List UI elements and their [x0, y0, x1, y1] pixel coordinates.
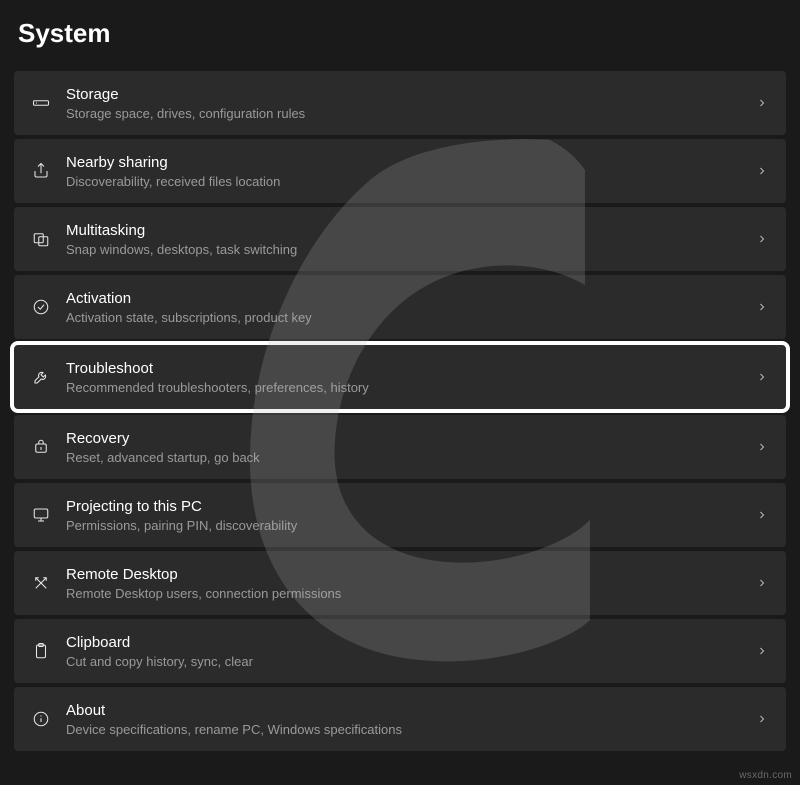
storage-icon: [24, 94, 58, 112]
item-title: Remote Desktop: [66, 566, 752, 583]
item-subtitle: Storage space, drives, configuration rul…: [66, 106, 752, 121]
item-title: Storage: [66, 86, 752, 103]
item-subtitle: Remote Desktop users, connection permiss…: [66, 586, 752, 601]
item-title: Troubleshoot: [66, 360, 752, 377]
watermark-text: wsxdn.com: [739, 770, 792, 781]
item-title: About: [66, 702, 752, 719]
item-title: Multitasking: [66, 222, 752, 239]
settings-item-about[interactable]: About Device specifications, rename PC, …: [14, 687, 786, 751]
chevron-right-icon: [752, 577, 772, 589]
settings-item-remote-desktop[interactable]: Remote Desktop Remote Desktop users, con…: [14, 551, 786, 615]
share-icon: [24, 162, 58, 180]
page-title: System: [18, 18, 786, 49]
clipboard-icon: [24, 642, 58, 660]
remote-desktop-icon: [24, 574, 58, 592]
item-subtitle: Permissions, pairing PIN, discoverabilit…: [66, 518, 752, 533]
multitasking-icon: [24, 230, 58, 248]
item-title: Projecting to this PC: [66, 498, 752, 515]
wrench-icon: [24, 368, 58, 386]
chevron-right-icon: [752, 509, 772, 521]
chevron-right-icon: [752, 165, 772, 177]
chevron-right-icon: [752, 233, 772, 245]
item-title: Activation: [66, 290, 752, 307]
item-title: Nearby sharing: [66, 154, 752, 171]
settings-list: Storage Storage space, drives, configura…: [14, 71, 786, 751]
chevron-right-icon: [752, 301, 772, 313]
settings-item-projecting[interactable]: Projecting to this PC Permissions, pairi…: [14, 483, 786, 547]
settings-item-clipboard[interactable]: Clipboard Cut and copy history, sync, cl…: [14, 619, 786, 683]
item-title: Clipboard: [66, 634, 752, 651]
item-subtitle: Reset, advanced startup, go back: [66, 450, 752, 465]
recovery-icon: [24, 438, 58, 456]
info-icon: [24, 710, 58, 728]
chevron-right-icon: [752, 97, 772, 109]
settings-item-nearby-sharing[interactable]: Nearby sharing Discoverability, received…: [14, 139, 786, 203]
item-subtitle: Device specifications, rename PC, Window…: [66, 722, 752, 737]
chevron-right-icon: [752, 645, 772, 657]
item-subtitle: Activation state, subscriptions, product…: [66, 310, 752, 325]
settings-item-troubleshoot[interactable]: Troubleshoot Recommended troubleshooters…: [14, 345, 786, 409]
chevron-right-icon: [752, 713, 772, 725]
item-subtitle: Recommended troubleshooters, preferences…: [66, 380, 752, 395]
chevron-right-icon: [752, 441, 772, 453]
item-subtitle: Snap windows, desktops, task switching: [66, 242, 752, 257]
item-subtitle: Cut and copy history, sync, clear: [66, 654, 752, 669]
item-subtitle: Discoverability, received files location: [66, 174, 752, 189]
settings-item-recovery[interactable]: Recovery Reset, advanced startup, go bac…: [14, 415, 786, 479]
settings-item-storage[interactable]: Storage Storage space, drives, configura…: [14, 71, 786, 135]
settings-item-multitasking[interactable]: Multitasking Snap windows, desktops, tas…: [14, 207, 786, 271]
settings-item-activation[interactable]: Activation Activation state, subscriptio…: [14, 275, 786, 339]
item-title: Recovery: [66, 430, 752, 447]
chevron-right-icon: [752, 371, 772, 383]
check-circle-icon: [24, 298, 58, 316]
projecting-icon: [24, 506, 58, 524]
